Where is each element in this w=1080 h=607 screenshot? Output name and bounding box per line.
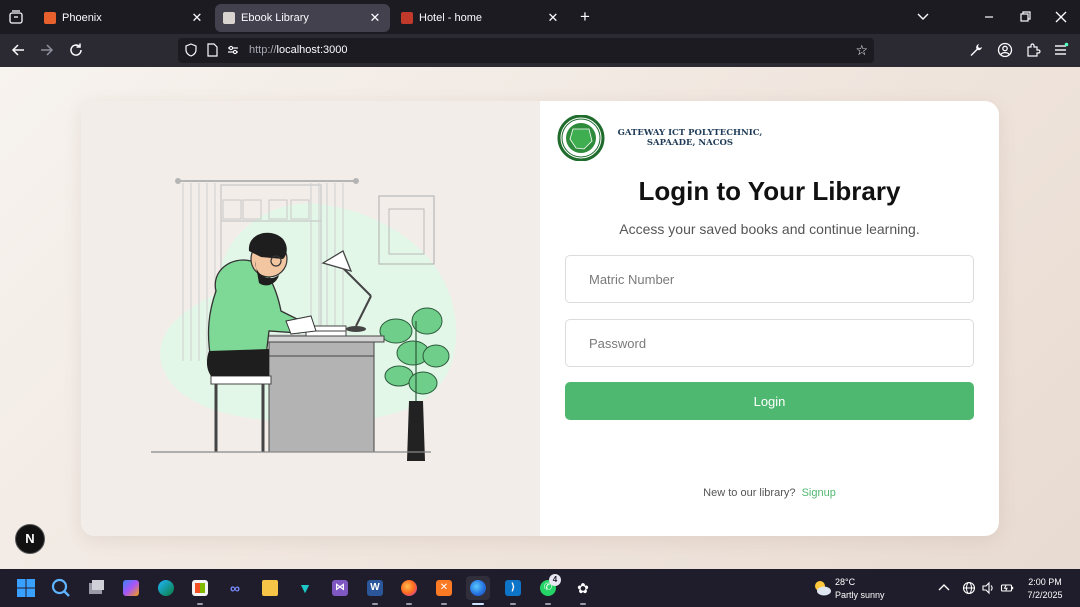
close-tab-icon[interactable]: ✕ (546, 11, 560, 25)
copilot-icon[interactable] (119, 576, 143, 600)
back-icon[interactable] (10, 42, 26, 58)
visual-studio-icon[interactable]: ⋈ (328, 576, 352, 600)
page-viewport: GATEWAY ICT POLYTECHNIC, SAPAADE, NACOS … (0, 67, 1080, 569)
windows-start-icon[interactable] (14, 576, 38, 600)
weather-temperature[interactable]: 28°C (835, 577, 855, 587)
close-icon[interactable] (1053, 9, 1069, 25)
word-icon[interactable]: W (363, 576, 387, 605)
tab-hotel-home[interactable]: Hotel - home ✕ (393, 4, 568, 32)
page-icon[interactable] (205, 43, 219, 57)
firefox-developer-icon[interactable] (466, 576, 490, 605)
tab-bar: Phoenix ✕ Ebook Library ✕ Hotel - home ✕… (0, 0, 1080, 34)
permissions-icon[interactable] (226, 43, 240, 57)
clock-date[interactable]: 7/2/2025 (1020, 590, 1070, 600)
login-card: GATEWAY ICT POLYTECHNIC, SAPAADE, NACOS … (81, 101, 999, 536)
search-icon[interactable] (49, 576, 73, 600)
close-tab-icon[interactable]: ✕ (190, 11, 204, 25)
menu-icon[interactable] (1053, 42, 1069, 58)
wrench-icon[interactable] (968, 42, 984, 58)
url-scheme: http:// (249, 44, 277, 56)
hotel-favicon-icon (401, 12, 413, 24)
page-subtitle: Access your saved books and continue lea… (619, 221, 920, 237)
new-tab-icon[interactable]: + (577, 8, 593, 25)
page-title: Login to Your Library (638, 176, 901, 206)
illustration-panel (81, 101, 540, 536)
xampp-icon[interactable]: ✕ (432, 576, 456, 605)
bookmark-star-icon[interactable]: ☆ (855, 42, 868, 58)
login-button[interactable]: Login (565, 382, 974, 420)
school-name: GATEWAY ICT POLYTECHNIC, SAPAADE, NACOS (610, 128, 770, 148)
school-name-line-1: GATEWAY ICT POLYTECHNIC, (617, 128, 763, 138)
weather-condition[interactable]: Partly sunny (835, 590, 885, 600)
infinity-app-icon[interactable]: ∞ (223, 576, 247, 600)
close-tab-icon[interactable]: ✕ (368, 11, 382, 25)
ebook-favicon-icon (223, 12, 235, 24)
speaker-icon[interactable] (981, 581, 995, 595)
extensions-icon[interactable] (1025, 42, 1041, 58)
restore-icon[interactable] (1017, 9, 1033, 25)
login-panel: GATEWAY ICT POLYTECHNIC, SAPAADE, NACOS … (540, 101, 999, 536)
globe-icon[interactable] (962, 581, 976, 595)
url-text[interactable]: http://localhost:3000 (249, 44, 347, 56)
minimize-icon[interactable] (981, 9, 997, 25)
reload-icon[interactable] (68, 42, 84, 58)
account-icon[interactable] (997, 42, 1013, 58)
chevron-down-icon[interactable] (915, 9, 931, 25)
edge-icon[interactable] (154, 576, 178, 600)
password-input[interactable] (565, 319, 974, 367)
vpn-app-icon[interactable]: ▼ (293, 576, 317, 600)
task-view-icon[interactable] (84, 576, 108, 600)
chatgpt-icon[interactable]: ✿ (571, 576, 595, 605)
signup-prompt: New to our library? Signup (540, 487, 999, 499)
url-bar[interactable]: http://localhost:3000 ☆ (178, 38, 874, 63)
chevron-up-icon[interactable] (937, 581, 951, 595)
clock-time[interactable]: 2:00 PM (1020, 577, 1070, 587)
signup-link[interactable]: Signup (802, 487, 836, 499)
tab-list-icon[interactable] (8, 9, 24, 25)
school-seal-logo (557, 115, 605, 161)
tab-title: Ebook Library (241, 12, 309, 24)
phoenix-favicon-icon (44, 12, 56, 24)
firefox-icon[interactable] (397, 576, 421, 605)
signup-prompt-text: New to our library? (703, 487, 796, 499)
microsoft-store-icon[interactable] (188, 576, 212, 605)
shield-icon[interactable] (184, 43, 198, 57)
tab-ebook-library[interactable]: Ebook Library ✕ (215, 4, 390, 32)
url-host: localhost:3000 (276, 44, 348, 56)
tab-title: Hotel - home (419, 12, 482, 24)
nextjs-dev-indicator[interactable]: N (15, 524, 45, 554)
reading-person-illustration (151, 178, 457, 461)
forward-icon[interactable] (39, 42, 55, 58)
file-explorer-icon[interactable] (258, 576, 282, 600)
tab-phoenix[interactable]: Phoenix ✕ (36, 4, 212, 32)
whatsapp-unread-badge: 4 (549, 574, 561, 586)
nav-bar: http://localhost:3000 ☆ (0, 34, 1080, 67)
vscode-icon[interactable]: ⟩ (501, 576, 525, 605)
matric-number-input[interactable] (565, 255, 974, 303)
school-name-line-2: SAPAADE, NACOS (646, 138, 734, 148)
partly-sunny-icon[interactable] (812, 578, 832, 598)
battery-icon[interactable] (1000, 581, 1014, 595)
tab-title: Phoenix (62, 12, 102, 24)
